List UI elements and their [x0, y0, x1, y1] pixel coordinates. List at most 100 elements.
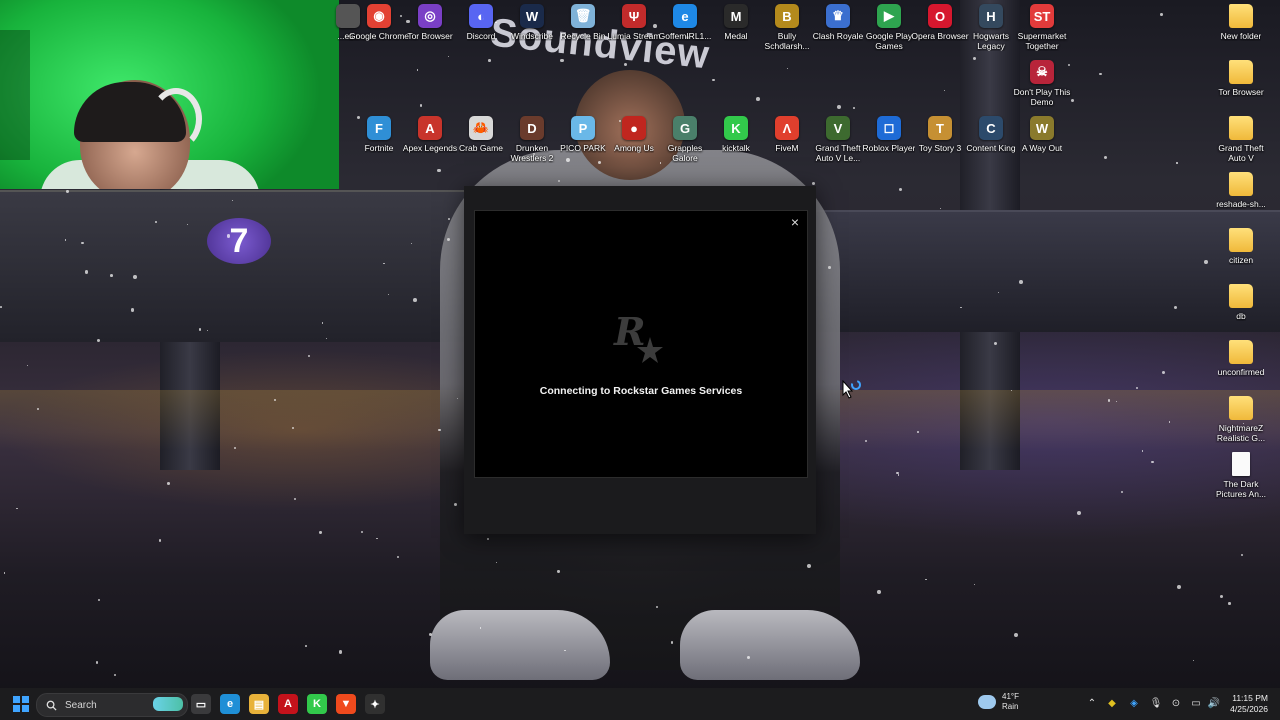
start-button[interactable]: [13, 696, 29, 712]
volume-icon[interactable]: 🔊: [1208, 697, 1220, 709]
snowflake: [419, 104, 423, 108]
snowflake: [198, 328, 202, 331]
snowflake: [917, 430, 920, 433]
snowflake: [1168, 421, 1171, 423]
snowflake: [3, 572, 6, 574]
rain-cloud-icon: [978, 695, 996, 709]
desktop-icon-label: Lumia Stream: [607, 31, 661, 41]
app-icon: ST: [1030, 4, 1054, 28]
app-icon: C: [979, 116, 1003, 140]
snowflake: [1107, 399, 1111, 402]
snowflake: [1135, 386, 1138, 389]
snowflake: [487, 59, 491, 63]
snowflake: [158, 539, 162, 542]
desktop-icon[interactable]: ST Supermarket Together: [1012, 4, 1072, 51]
system-clock[interactable]: 11:15 PM 4/25/2026: [1224, 693, 1268, 715]
desktop-icon-label: Clash Royale: [812, 31, 864, 41]
snowflake: [447, 218, 450, 221]
folder-icon: [1229, 228, 1253, 252]
snowflake: [1241, 553, 1244, 556]
desktop-folder[interactable]: Tor Browser: [1211, 60, 1271, 97]
desktop-icon[interactable]: ☠ Don't Play This Demo: [1012, 60, 1072, 107]
weather-condition: Rain: [1002, 702, 1019, 711]
snowflake: [786, 67, 788, 69]
close-button[interactable]: ×: [787, 214, 803, 230]
desktop-icon-label: Fortnite: [364, 143, 394, 153]
snowflake: [712, 78, 715, 81]
folder-icon: [1229, 60, 1253, 84]
desktop-file[interactable]: The Dark Pictures An...: [1211, 452, 1271, 499]
folder-icon: [1229, 284, 1253, 308]
desktop-folder[interactable]: NightmareZ Realistic G...: [1211, 396, 1271, 443]
snowflake: [113, 673, 116, 676]
snowflake: [447, 55, 450, 57]
search-highlight-icon: [153, 697, 183, 711]
snowflake: [131, 308, 135, 312]
search-box[interactable]: Search: [36, 693, 188, 717]
desktop-icon-label: Crab Game: [459, 143, 503, 153]
desktop-folder[interactable]: Grand Theft Auto V: [1211, 116, 1271, 163]
kick-icon[interactable]: K: [307, 694, 327, 714]
desktop-folder[interactable]: db: [1211, 284, 1271, 321]
snowflake: [811, 182, 815, 186]
snowflake: [495, 561, 497, 564]
desktop-icon[interactable]: W A Way Out: [1012, 116, 1072, 153]
snowflake: [361, 531, 364, 534]
app-icon: ◻: [877, 116, 901, 140]
connecting-status-message: Connecting to Rockstar Games Services: [539, 385, 743, 397]
folder-icon: [1229, 116, 1253, 140]
app-icon: 🦀: [469, 116, 493, 140]
desktop-icon-label: Apex Legends: [402, 143, 458, 153]
rockstar-connecting-dialog: × R Connecting to Rockstar Games Service…: [474, 210, 808, 478]
app-icon: ◉: [367, 4, 391, 28]
app-icon: ◎: [418, 4, 442, 28]
snowflake: [828, 266, 832, 269]
desktop-icon-label: Discord: [466, 31, 496, 41]
busy-cursor-icon: [842, 380, 861, 399]
app-icon: 🗑: [571, 4, 595, 28]
weather-temperature: 41°F: [1002, 692, 1019, 701]
microphone-icon[interactable]: 🎙: [1150, 697, 1163, 709]
desktop-icon-label: Opera Browser: [911, 31, 969, 41]
snowflake: [1160, 13, 1164, 16]
tray-shield-icon[interactable]: ◈: [1128, 697, 1140, 709]
task-view-icon[interactable]: ▭: [191, 694, 211, 714]
app-icon: ♛: [826, 4, 850, 28]
snowflake: [416, 69, 419, 71]
desktop-icon-label: The Dark Pictures An...: [1215, 479, 1267, 499]
snowflake: [84, 270, 88, 274]
snowflake: [1228, 602, 1231, 605]
chevron-up-icon[interactable]: ⌃: [1086, 697, 1098, 709]
desktop-icon-label: db: [1236, 311, 1246, 321]
brave-icon[interactable]: ▼: [336, 694, 356, 714]
snowflake: [95, 661, 99, 664]
desktop-folder[interactable]: unconfirmed: [1211, 340, 1271, 377]
acrobat-icon[interactable]: A: [278, 694, 298, 714]
wallpaper-train-left: [0, 190, 470, 342]
network-icon[interactable]: ▭: [1190, 697, 1202, 709]
snowflake: [479, 627, 482, 629]
snowflake: [993, 341, 997, 345]
snowflake: [1141, 450, 1144, 452]
desktop-folder[interactable]: citizen: [1211, 228, 1271, 265]
desktop-icon-label: unconfirmed: [1217, 367, 1265, 377]
tray-app-icon[interactable]: ◆: [1106, 697, 1118, 709]
desktop-folder[interactable]: New folder: [1211, 4, 1271, 41]
snowflake: [898, 187, 903, 192]
folder-icon: [1229, 396, 1253, 420]
snowflake: [560, 58, 564, 63]
desktop-folder[interactable]: reshade-sh...: [1211, 172, 1271, 209]
edge-icon[interactable]: e: [220, 694, 240, 714]
snowflake: [1203, 259, 1208, 264]
snowflake: [97, 599, 101, 602]
location-icon[interactable]: ⊙: [1170, 697, 1182, 709]
desktop-icon-label: Supermarket Together: [1017, 31, 1067, 51]
desktop-icon-label: Tor Browser: [1218, 87, 1264, 97]
file-explorer-icon[interactable]: ▤: [249, 694, 269, 714]
weather-widget[interactable]: 41°F Rain: [978, 692, 1019, 712]
app-icon: ▶: [877, 4, 901, 28]
desktop-icon-label: Don't Play This Demo: [1013, 87, 1071, 107]
desktop-icon-label: Among Us: [614, 143, 654, 153]
snowflake: [453, 503, 457, 507]
rockstar-launcher-icon[interactable]: ✦: [365, 694, 385, 714]
